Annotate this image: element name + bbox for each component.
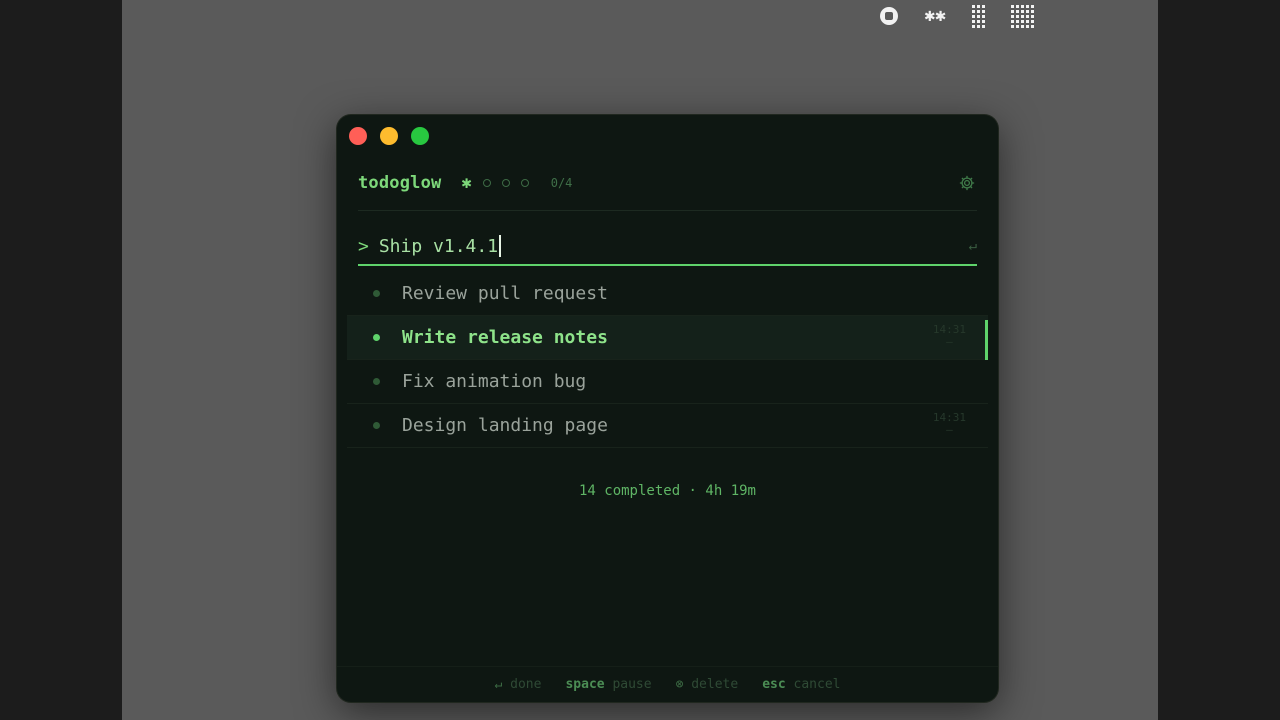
- enter-key-icon: ↵: [494, 677, 503, 692]
- task-bullet-icon: [373, 334, 380, 341]
- task-count: 0/4: [550, 176, 573, 190]
- minimize-window-button[interactable]: [380, 127, 398, 145]
- task-bullet-icon: [373, 378, 380, 385]
- hint-done-label: done: [510, 677, 542, 692]
- progress-ring-icon: [520, 179, 529, 187]
- menu-bar-tray: ✱✱: [880, 4, 1034, 28]
- settings-gear-icon[interactable]: [957, 173, 977, 193]
- task-time-sub: –: [946, 423, 953, 436]
- task-row[interactable]: Design landing page 14:31 –: [347, 404, 988, 448]
- hint-pause-key: space: [565, 677, 605, 692]
- hint-cancel-label: cancel: [793, 677, 841, 692]
- app-header: todoglow ✱ 0/4: [358, 169, 977, 197]
- text-caret: [499, 235, 502, 257]
- task-bullet-icon: [373, 422, 380, 429]
- task-row[interactable]: Fix animation bug: [347, 360, 988, 404]
- window-controls: [349, 127, 429, 145]
- asterisk-pair-icon[interactable]: ✱✱: [924, 4, 946, 28]
- close-window-button[interactable]: [349, 127, 367, 145]
- header-divider: [358, 210, 977, 211]
- task-label: Review pull request: [402, 283, 608, 304]
- enter-icon[interactable]: ↵: [969, 238, 977, 254]
- active-task-indicator: [985, 320, 988, 360]
- app-title: todoglow: [358, 173, 442, 193]
- task-timestamp: 14:31 –: [933, 412, 966, 436]
- task-label: Write release notes: [402, 327, 608, 348]
- task-time-sub: –: [946, 335, 953, 348]
- progress-indicator: ✱: [461, 173, 529, 193]
- delete-key-icon: ⊗: [675, 677, 684, 692]
- input-underline: [358, 264, 977, 266]
- task-list: Review pull request Write release notes …: [347, 272, 988, 448]
- shortcut-hints: ↵ done space pause ⊗ delete esc cancel: [337, 666, 998, 702]
- task-row[interactable]: Review pull request: [347, 272, 988, 316]
- task-label: Fix animation bug: [402, 371, 587, 392]
- task-bullet-icon: [373, 290, 380, 297]
- record-icon[interactable]: [880, 7, 899, 25]
- task-timestamp: 14:31 –: [933, 324, 966, 348]
- hint-delete: ⊗ delete: [676, 677, 739, 692]
- new-task-input[interactable]: > Ship v1.4.1 ↵: [358, 228, 977, 264]
- prompt-glyph: >: [358, 235, 369, 257]
- dots-grid-dense-icon[interactable]: [1011, 4, 1034, 28]
- progress-ring-icon: [482, 179, 491, 187]
- new-task-input-value[interactable]: Ship v1.4.1: [379, 236, 498, 257]
- hint-pause: space pause: [565, 677, 651, 692]
- zoom-window-button[interactable]: [411, 127, 429, 145]
- progress-star-icon: ✱: [461, 173, 472, 193]
- task-row-active[interactable]: Write release notes 14:31 –: [347, 316, 988, 360]
- hint-delete-label: delete: [691, 677, 739, 692]
- hint-pause-label: pause: [612, 677, 652, 692]
- completion-summary: 14 completed · 4h 19m: [578, 483, 756, 499]
- hint-cancel: esc cancel: [762, 677, 840, 692]
- hint-done: ↵ done: [495, 677, 542, 692]
- todoglow-window: todoglow ✱ 0/4 > Ship v1.4.1 ↵ Review pu…: [337, 115, 998, 702]
- progress-ring-icon: [501, 179, 510, 187]
- hint-cancel-key: esc: [762, 677, 786, 692]
- task-label: Design landing page: [402, 415, 608, 436]
- dots-grid-icon[interactable]: [972, 4, 985, 28]
